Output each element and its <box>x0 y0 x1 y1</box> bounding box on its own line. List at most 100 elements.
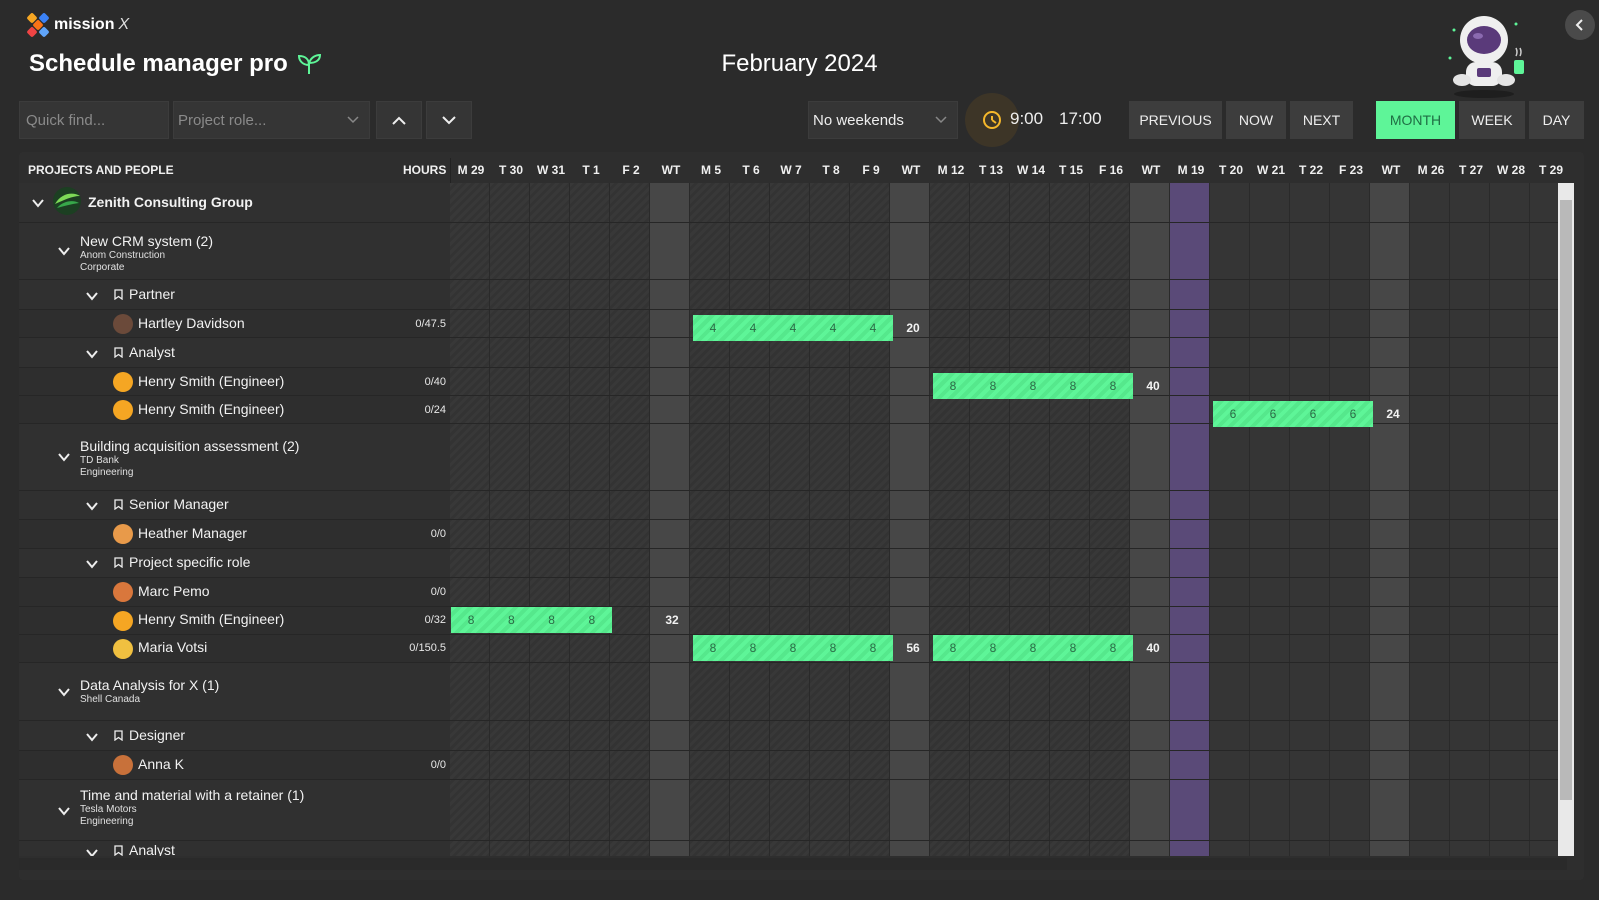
row-divider <box>19 779 1558 780</box>
day-header: M 29 <box>457 163 485 177</box>
allocation-bar[interactable]: 8 8 8 8 8 <box>693 635 893 661</box>
allocation-cell: 4 <box>709 321 717 335</box>
allocation-bar[interactable]: 8 8 8 8 8 <box>933 635 1133 661</box>
end-time[interactable]: 17:00 <box>1059 109 1102 129</box>
project-row[interactable]: Data Analysis for X (1) Shell Canada <box>19 663 450 720</box>
chevron-down-icon[interactable] <box>57 685 71 699</box>
person-name: Marc Pemo <box>138 583 210 599</box>
month-title: February 2024 <box>721 50 878 77</box>
row-divider <box>19 750 1558 751</box>
chevron-left-icon <box>1575 19 1583 31</box>
collapse-panel-button[interactable] <box>1565 10 1595 40</box>
view-day-button[interactable]: DAY <box>1529 101 1584 139</box>
app-title-text: Schedule manager pro <box>29 50 288 77</box>
chevron-down-icon[interactable] <box>85 289 99 303</box>
project-client: TD Bank <box>80 455 119 466</box>
chevron-down-icon[interactable] <box>85 846 99 856</box>
day-header: T 22 <box>1298 163 1323 177</box>
day-header: WT <box>1141 163 1161 177</box>
page-title: Schedule manager pro <box>29 50 322 78</box>
person-name: Anna K <box>138 756 184 772</box>
week-total: 20 <box>906 321 920 335</box>
row-divider <box>19 662 1558 663</box>
chevron-down-icon[interactable] <box>85 557 99 571</box>
chevron-down-icon[interactable] <box>85 499 99 513</box>
view-month-button[interactable]: MONTH <box>1376 101 1455 139</box>
person-hours: 0/150.5 <box>409 642 446 654</box>
allocation-cell: 4 <box>869 321 877 335</box>
company-name: Zenith Consulting Group <box>88 194 253 210</box>
person-row[interactable]: Marc Pemo 0/0 <box>19 578 450 606</box>
allocation-bar[interactable]: 6 6 6 6 <box>1213 401 1373 427</box>
chevron-down-icon <box>347 116 359 124</box>
chevron-down-icon[interactable] <box>85 347 99 361</box>
scroll-down-button[interactable] <box>426 101 472 139</box>
mission-x-logo-icon <box>26 12 50 38</box>
row-divider <box>19 840 1558 841</box>
person-row[interactable]: Henry Smith (Engineer) 0/32 <box>19 607 450 634</box>
allocation-bar[interactable]: 8 8 8 8 <box>451 607 612 633</box>
now-button[interactable]: NOW <box>1226 101 1286 139</box>
avatar <box>113 755 133 775</box>
bookmark-icon <box>114 289 123 300</box>
previous-button[interactable]: PREVIOUS <box>1129 101 1222 139</box>
role-title: Analyst <box>129 344 175 360</box>
person-row[interactable]: Hartley Davidson 0/47.5 <box>19 310 450 337</box>
chevron-down-icon[interactable] <box>57 244 71 258</box>
role-row[interactable]: Designer <box>19 721 450 750</box>
project-row[interactable]: Building acquisition assessment (2) TD B… <box>19 424 450 490</box>
weekend-filter-select[interactable]: No weekends <box>808 101 958 139</box>
project-role-select[interactable]: Project role... <box>173 101 370 139</box>
person-name: Henry Smith (Engineer) <box>138 611 285 627</box>
day-header: M 12 <box>937 163 965 177</box>
role-row[interactable]: Partner <box>19 280 450 309</box>
quick-find-field[interactable] <box>19 101 169 139</box>
person-hours: 0/47.5 <box>415 318 446 330</box>
person-row[interactable]: Henry Smith (Engineer) 0/24 <box>19 396 450 423</box>
day-header: T 27 <box>1458 163 1483 177</box>
scroll-up-button[interactable] <box>376 101 422 139</box>
company-row[interactable]: Zenith Consulting Group <box>19 183 450 222</box>
avatar <box>113 314 133 334</box>
role-row[interactable]: Senior Manager <box>19 491 450 519</box>
next-button[interactable]: NEXT <box>1290 101 1353 139</box>
horizontal-scrollbar[interactable] <box>19 858 1567 870</box>
avatar <box>113 582 133 602</box>
start-time[interactable]: 9:00 <box>1010 109 1043 129</box>
allocation-bar[interactable]: 8 8 8 8 8 <box>933 373 1133 399</box>
row-divider <box>19 309 1558 310</box>
person-name: Heather Manager <box>138 525 247 541</box>
avatar <box>113 524 133 544</box>
day-header: M 19 <box>1177 163 1205 177</box>
allocation-bar[interactable]: 4 4 4 4 4 <box>693 315 893 341</box>
chevron-down-icon[interactable] <box>57 450 71 464</box>
vertical-scrollbar-thumb[interactable] <box>1560 200 1572 800</box>
allocation-cell: 8 <box>949 379 957 393</box>
person-row[interactable]: Heather Manager 0/0 <box>19 520 450 548</box>
person-hours: 0/0 <box>430 759 446 771</box>
role-row[interactable]: Analyst <box>19 841 450 856</box>
person-row[interactable]: Henry Smith (Engineer) 0/40 <box>19 368 450 395</box>
role-row[interactable]: Analyst <box>19 338 450 367</box>
row-divider <box>19 279 1558 280</box>
project-row[interactable]: Time and material with a retainer (1) Te… <box>19 780 450 840</box>
person-name: Maria Votsi <box>138 639 208 655</box>
project-title: Time and material with a retainer (1) <box>80 787 305 803</box>
chevron-down-icon[interactable] <box>31 196 45 210</box>
project-row[interactable]: New CRM system (2) Anom Construction Cor… <box>19 223 450 279</box>
view-week-button[interactable]: WEEK <box>1459 101 1525 139</box>
person-row[interactable]: Maria Votsi 0/150.5 <box>19 635 450 662</box>
allocation-cell: 8 <box>749 641 757 655</box>
week-total: 56 <box>906 641 920 655</box>
chevron-down-icon[interactable] <box>57 804 71 818</box>
chevron-down-icon[interactable] <box>85 730 99 744</box>
person-row[interactable]: Anna K 0/0 <box>19 751 450 779</box>
sprout-icon <box>297 53 321 74</box>
week-total: 32 <box>665 613 679 627</box>
allocation-cell: 8 <box>508 613 515 627</box>
role-title: Senior Manager <box>129 496 229 512</box>
clock-icon <box>983 111 1001 129</box>
quick-find-input[interactable] <box>24 110 168 130</box>
day-header: WT <box>901 163 921 177</box>
role-row[interactable]: Project specific role <box>19 549 450 577</box>
